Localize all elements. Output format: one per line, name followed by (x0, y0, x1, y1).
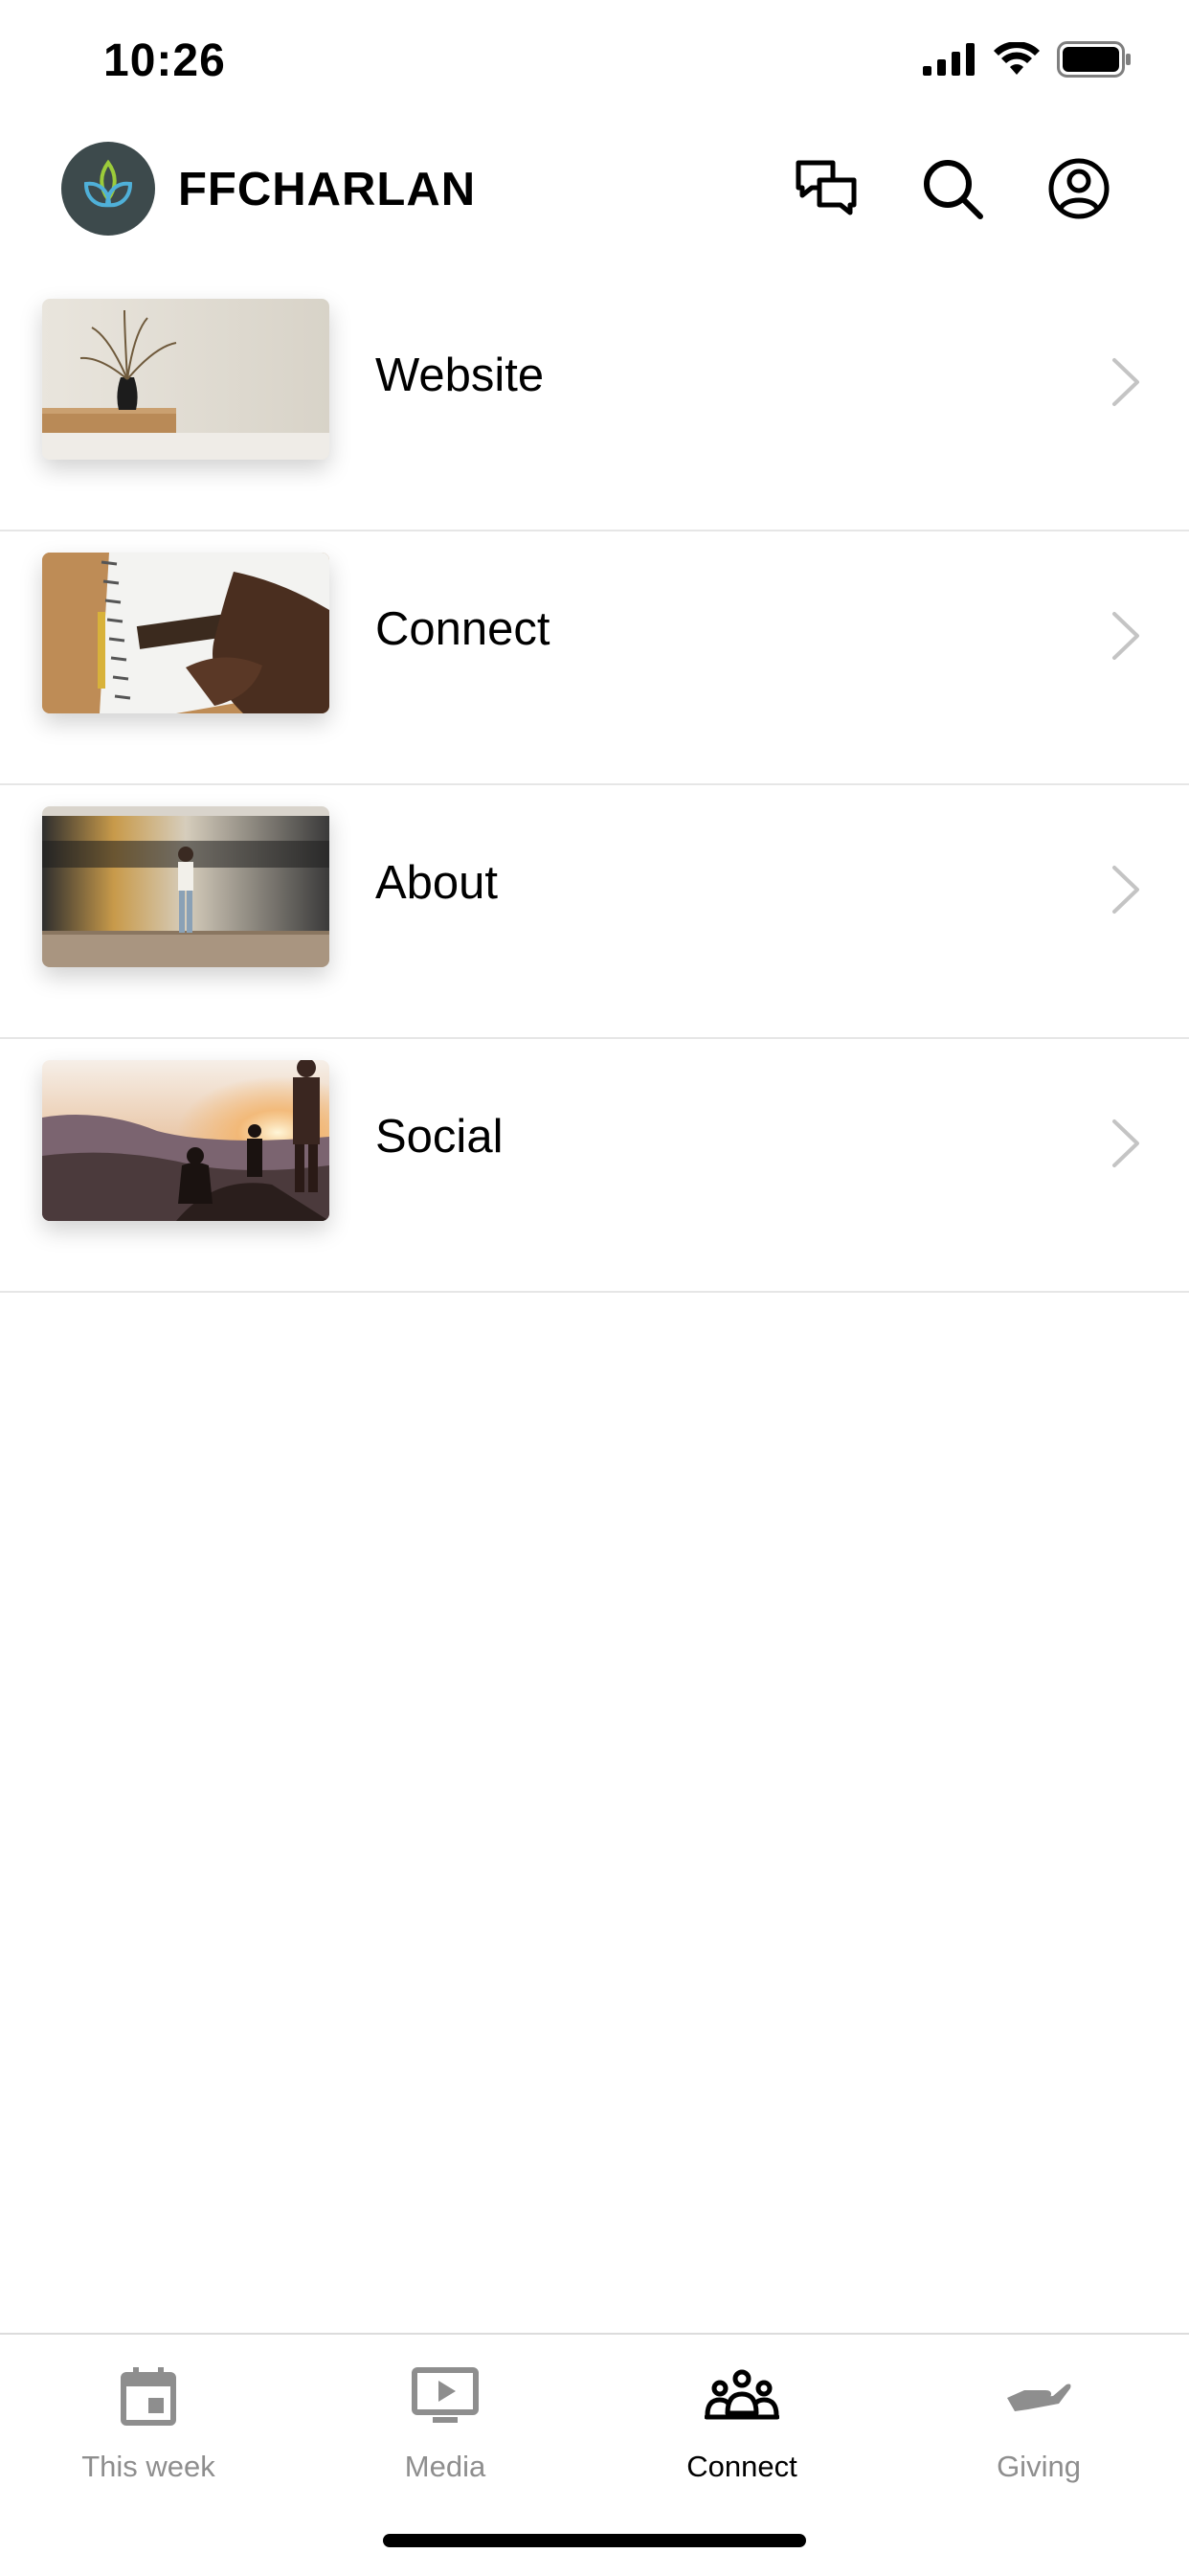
profile-button[interactable] (1043, 153, 1114, 224)
search-button[interactable] (917, 153, 988, 224)
list-item-connect[interactable]: Connect (0, 531, 1189, 785)
connect-thumbnail (42, 553, 329, 713)
list-item-label: Connect (375, 603, 550, 655)
chevron-right-icon (1112, 358, 1139, 406)
list-item-about[interactable]: About (0, 785, 1189, 1039)
social-thumbnail (42, 1060, 329, 1221)
tab-connect[interactable]: Connect (594, 2335, 890, 2488)
chat-icon (796, 160, 857, 215)
list-item-label: Website (375, 350, 545, 401)
list-item-social[interactable]: Social (0, 1039, 1189, 1293)
about-thumbnail (42, 806, 329, 967)
tab-label: Connect (686, 2450, 797, 2483)
wifi-icon (994, 40, 1040, 81)
giving-hand-icon (1000, 2358, 1077, 2434)
app-title: FFCHARLAN (178, 164, 477, 215)
chat-button[interactable] (791, 153, 862, 224)
tab-label: Giving (997, 2450, 1081, 2483)
tab-giving[interactable]: Giving (890, 2335, 1187, 2488)
chevron-right-icon (1112, 612, 1139, 660)
status-time: 10:26 (103, 35, 226, 86)
list-item-label: About (375, 857, 499, 909)
website-thumbnail (42, 299, 329, 460)
connect-list: Website Connect About Social (0, 278, 1189, 1293)
cellular-signal-icon (923, 42, 976, 80)
tab-label: Media (404, 2450, 486, 2483)
search-icon (924, 160, 983, 219)
app-logo[interactable] (61, 142, 155, 236)
chevron-right-icon (1112, 866, 1139, 914)
play-screen-icon (407, 2358, 483, 2434)
list-item-website[interactable]: Website (0, 278, 1189, 531)
chevron-right-icon (1112, 1119, 1139, 1167)
tab-label: This week (81, 2450, 215, 2483)
people-icon (704, 2358, 780, 2434)
tab-this-week[interactable]: This week (0, 2335, 297, 2488)
status-bar: 10:26 (0, 0, 1189, 126)
leaf-logo-icon (83, 159, 133, 208)
profile-icon (1048, 158, 1110, 219)
battery-icon (1057, 40, 1132, 82)
status-icons (923, 40, 1132, 82)
home-indicator[interactable] (383, 2534, 806, 2547)
calendar-icon (110, 2358, 187, 2434)
list-item-label: Social (375, 1111, 504, 1163)
app-header: FFCHARLAN (0, 134, 1189, 249)
tab-media[interactable]: Media (297, 2335, 594, 2488)
